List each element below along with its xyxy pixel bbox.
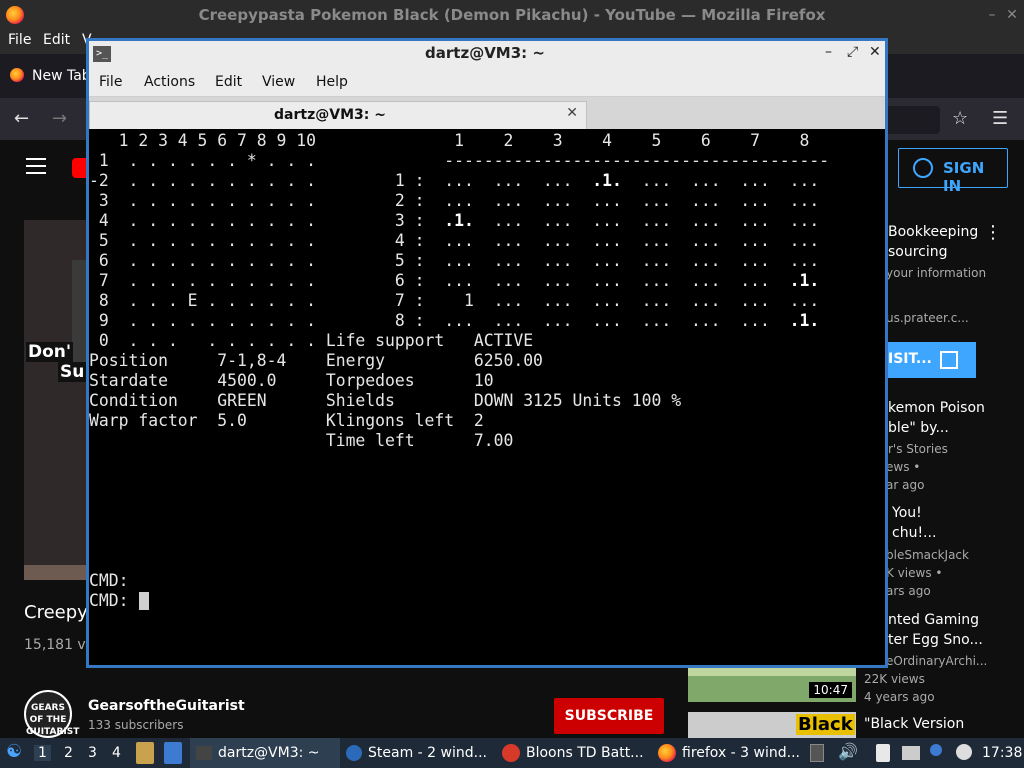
suggested-channel: eOrdinaryArchi... (886, 654, 988, 668)
channel-avatar[interactable]: GEARS OF THE GUITARIST (24, 690, 79, 738)
hamburger-menu-icon[interactable] (26, 158, 46, 176)
firefox-window-title: Creepypasta Pokemon Black (Demon Pikachu… (198, 6, 826, 24)
workspace-4[interactable]: 4 (112, 745, 121, 761)
tab-new-tab[interactable]: New Tab (32, 68, 91, 84)
terminal-menubar: File Actions Edit View Help (89, 67, 885, 97)
maximize-icon[interactable]: ⤢ (847, 44, 858, 60)
file-manager-icon[interactable] (136, 742, 154, 764)
tray-updates-icon[interactable] (810, 744, 824, 762)
suggested-video-title[interactable]: You! chu!... (892, 503, 1022, 543)
menu-edit[interactable]: Edit (215, 74, 242, 90)
terminal-window-title: dartz@VM3: ~ (425, 44, 545, 62)
task-steam[interactable]: Steam - 2 wind... (346, 738, 496, 768)
suggested-thumbnail[interactable]: Black (688, 712, 856, 738)
network-icon[interactable] (902, 746, 920, 760)
terminal-icon (196, 746, 212, 760)
task-bloons[interactable]: Bloons TD Batt... (502, 738, 652, 768)
workspace-3[interactable]: 3 (88, 745, 97, 761)
suggested-views: 22K views (864, 672, 925, 686)
video-overlay-text-2: Su (58, 362, 87, 382)
ad-url: us.prateer.c... (886, 311, 969, 325)
menu-edit[interactable]: Edit (43, 32, 70, 48)
firefox-title-bar: Creepypasta Pokemon Black (Demon Pikachu… (0, 0, 1024, 30)
menu-file[interactable]: File (8, 32, 31, 48)
firefox-logo-icon (6, 6, 24, 24)
suggested-channel: bleSmackJack (886, 548, 969, 562)
suggested-video-title[interactable]: kemon Poison ble" by... (888, 398, 1018, 438)
suggested-age: ar ago (886, 478, 925, 492)
tab-favicon-icon (10, 68, 24, 82)
close-icon[interactable]: ✕ (1004, 7, 1020, 23)
clipboard-icon[interactable] (876, 744, 890, 762)
subscribe-button[interactable]: SUBSCRIBE (554, 698, 664, 734)
task-firefox[interactable]: firefox - 3 wind... (658, 738, 808, 768)
minimize-icon[interactable]: – (825, 44, 832, 60)
more-options-icon[interactable]: ⋮ (984, 222, 1002, 243)
back-icon[interactable]: ← (14, 108, 29, 129)
close-tab-icon[interactable]: ✕ (566, 105, 578, 121)
desktop-icon[interactable] (164, 742, 182, 764)
firefox-icon (658, 744, 676, 762)
menu-file[interactable]: File (99, 74, 122, 90)
account-icon (913, 158, 933, 178)
app-menu-icon[interactable]: ☰ (992, 108, 1008, 129)
thumbnail-duration: 10:47 (809, 682, 852, 698)
channel-name[interactable]: GearsoftheGuitarist (88, 698, 245, 714)
external-link-icon (940, 351, 958, 369)
terminal-cursor (139, 592, 149, 610)
volume-icon[interactable]: 🔊 (838, 742, 858, 764)
menu-actions[interactable]: Actions (144, 74, 195, 90)
minimize-icon[interactable]: – (984, 7, 1000, 23)
close-icon[interactable]: ✕ (869, 44, 881, 60)
clock: 17:38 (982, 745, 1023, 761)
suggested-thumbnail[interactable]: 10:47 (688, 668, 856, 702)
menu-view[interactable]: View (262, 74, 295, 90)
terminal-window[interactable]: >_ dartz@VM3: ~ – ⤢ ✕ File Actions Edit … (86, 38, 888, 668)
video-player[interactable] (24, 220, 86, 580)
url-bar[interactable] (880, 106, 940, 134)
suggested-age: ars ago (886, 584, 931, 598)
terminal-icon: >_ (93, 46, 111, 62)
terminal-output[interactable]: 1 2 3 4 5 6 7 8 9 10 1 2 3 4 5 6 7 8 1 .… (89, 129, 885, 665)
thumbnail-text: Black (796, 714, 855, 735)
workspace-2[interactable]: 2 (64, 745, 73, 761)
menu-help[interactable]: Help (316, 74, 348, 90)
forward-icon[interactable]: → (52, 108, 67, 129)
visit-button[interactable]: ISIT... (880, 342, 976, 378)
suggested-views: K views • (886, 566, 943, 580)
channel-subscribers: 133 subscribers (88, 718, 184, 732)
taskbar: ☯ 1 2 3 4 dartz@VM3: ~ Steam - 2 wind...… (0, 738, 1024, 768)
suggested-views: ews • (886, 460, 921, 474)
terminal-title-bar[interactable]: >_ dartz@VM3: ~ – ⤢ ✕ (89, 41, 885, 67)
bloons-icon (502, 744, 520, 762)
suggested-video-title[interactable]: nted Gaming ter Egg Sno... (888, 610, 1018, 650)
terminal-tab[interactable]: dartz@VM3: ~ ✕ (89, 101, 587, 129)
suggested-video-title[interactable]: "Black Version (864, 716, 964, 732)
bookmark-star-icon[interactable]: ☆ (952, 108, 968, 129)
suggested-age: 4 years ago (864, 690, 935, 704)
terminal-text: 1 2 3 4 5 6 7 8 9 10 1 2 3 4 5 6 7 8 1 .… (89, 131, 830, 610)
steam-tray-icon[interactable] (956, 744, 972, 760)
start-menu-icon[interactable]: ☯ (6, 741, 26, 763)
notification-icon[interactable] (930, 744, 942, 756)
steam-icon (346, 745, 362, 761)
sign-in-button[interactable]: SIGN IN (898, 148, 1008, 195)
task-terminal[interactable]: dartz@VM3: ~ (190, 738, 340, 768)
ad-title[interactable]: Bookkeeping sourcing (888, 222, 988, 262)
ad-description: your information (886, 266, 987, 280)
video-overlay-text: Don' (26, 342, 74, 362)
suggested-channel: r's Stories (888, 442, 948, 456)
workspace-1[interactable]: 1 (34, 745, 51, 761)
